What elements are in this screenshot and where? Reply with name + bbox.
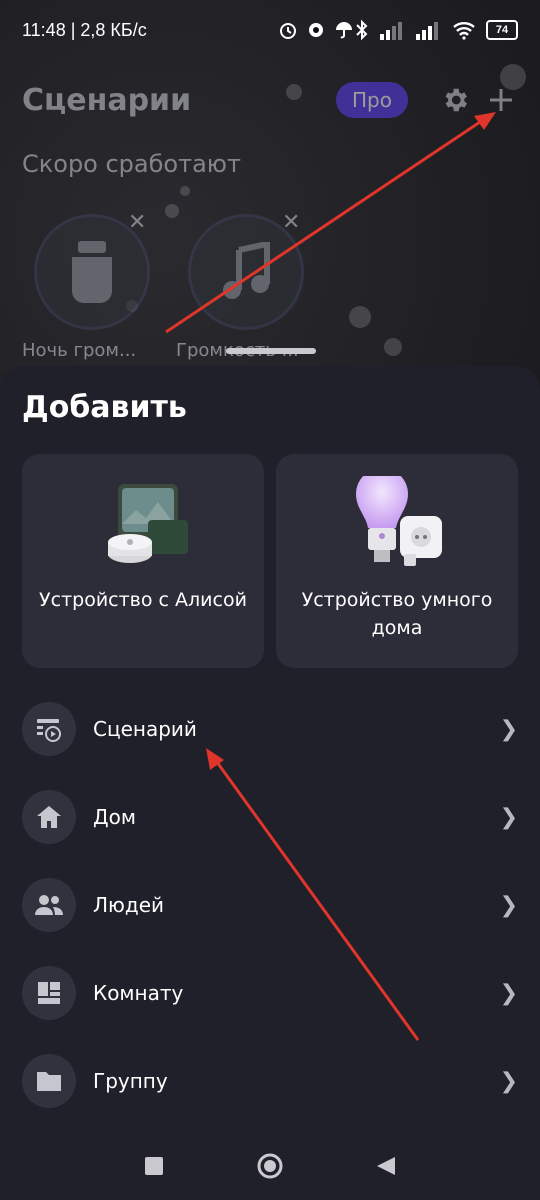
list-label: Группу: [93, 1069, 168, 1093]
chevron-right-icon: ❯: [499, 1068, 518, 1094]
recents-button[interactable]: [139, 1151, 169, 1181]
tile-alice-device[interactable]: Устройство с Алисой: [22, 454, 264, 668]
circle-icon: [257, 1153, 283, 1179]
add-bottom-sheet: Добавить Устройство с Алисой Устройство …: [0, 366, 540, 1200]
scenarios-header: Сценарии Про: [22, 76, 518, 124]
list-label: Дом: [93, 805, 136, 829]
status-bar: 11:48 | 2,8 КБ/с 74: [0, 0, 540, 60]
speaker-icon: [72, 241, 112, 303]
page-title: Сценарии: [22, 82, 192, 118]
tile-smart-home-device[interactable]: Устройство умного дома: [276, 454, 518, 668]
signal-icon-2: [416, 22, 438, 40]
folder-icon: [37, 1072, 61, 1091]
wifi-icon: [453, 22, 475, 40]
soon-scenario-label: Ночь гром...: [22, 340, 137, 361]
tile-label: Устройство умного дома: [301, 589, 493, 639]
list-icon-wrap: [22, 966, 76, 1020]
signal-icon: [380, 22, 402, 40]
room-icon: [38, 982, 60, 1004]
add-button[interactable]: [484, 83, 518, 117]
music-note-icon: [223, 242, 270, 299]
decor-bubble: [180, 186, 190, 196]
add-scenario-item[interactable]: Сценарий ❯: [22, 696, 518, 762]
list-icon-wrap: [22, 702, 76, 756]
system-nav-bar: [0, 1132, 540, 1200]
alarm-icon: [280, 23, 296, 39]
people-icon: [35, 895, 63, 915]
bluetooth-icon: [356, 19, 368, 41]
plus-icon: [490, 89, 512, 111]
gear-icon: [445, 88, 467, 112]
add-people-item[interactable]: Людей ❯: [22, 872, 518, 938]
battery-indicator: 74: [486, 20, 518, 40]
add-room-item[interactable]: Комнату ❯: [22, 960, 518, 1026]
sheet-drag-handle[interactable]: [226, 348, 316, 354]
list-label: Комнату: [93, 981, 184, 1005]
soon-section-title: Скоро сработают: [22, 150, 241, 178]
status-time-speed: 11:48 | 2,8 КБ/с: [22, 19, 147, 40]
pro-badge[interactable]: Про: [336, 82, 408, 118]
add-home-item[interactable]: Дом ❯: [22, 784, 518, 850]
home-icon: [37, 806, 61, 828]
umbrella-icon: [336, 22, 352, 39]
home-nav-button[interactable]: [255, 1151, 285, 1181]
square-icon: [145, 1157, 163, 1175]
settings-button[interactable]: [438, 83, 472, 117]
soon-scenarios: ✕ Ночь гром... ✕ Громкость ...: [22, 208, 530, 368]
chevron-right-icon: ❯: [499, 892, 518, 918]
scenario-icon: [37, 719, 61, 742]
list-label: Людей: [93, 893, 165, 917]
list-label: Сценарий: [93, 717, 197, 741]
back-button[interactable]: [371, 1151, 401, 1181]
sheet-title: Добавить: [22, 390, 187, 425]
chevron-right-icon: ❯: [499, 716, 518, 742]
list-icon-wrap: [22, 790, 76, 844]
notification-icon: [309, 23, 323, 37]
list-icon-wrap: [22, 878, 76, 932]
tile-label: Устройство с Алисой: [39, 589, 247, 611]
remove-icon[interactable]: ✕: [282, 210, 300, 235]
chevron-right-icon: ❯: [499, 980, 518, 1006]
add-group-item[interactable]: Группу ❯: [22, 1048, 518, 1114]
list-icon-wrap: [22, 1054, 76, 1108]
chevron-right-icon: ❯: [499, 804, 518, 830]
remove-icon[interactable]: ✕: [128, 210, 146, 235]
smart-home-illustration: [356, 476, 442, 566]
alice-device-illustration: [108, 484, 188, 563]
triangle-back-icon: [377, 1157, 395, 1175]
